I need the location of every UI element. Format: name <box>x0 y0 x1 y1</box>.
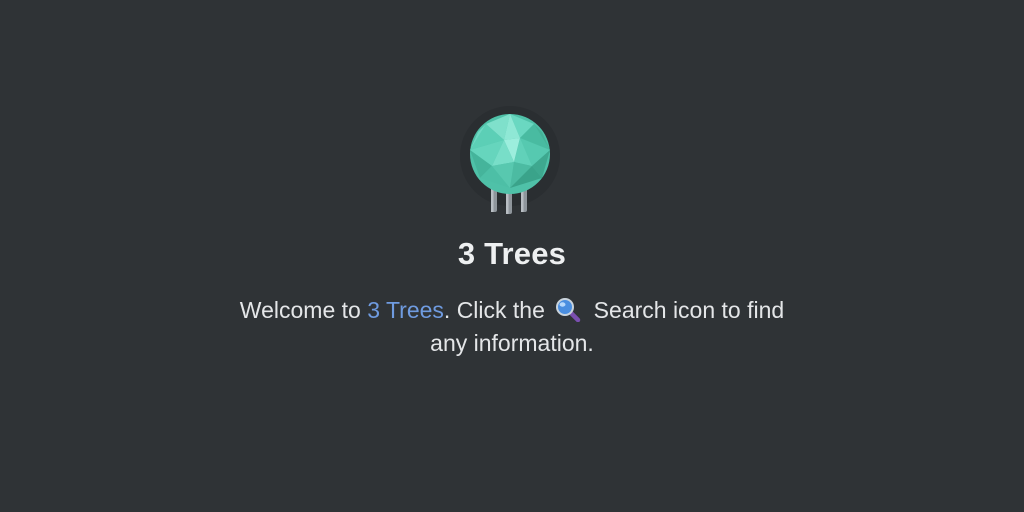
welcome-middle: . Click the <box>443 297 552 323</box>
app-home-link[interactable]: 3 Trees <box>367 297 444 323</box>
page-title: 3 Trees <box>457 236 567 271</box>
welcome-page: 3 Trees Welcome to 3 Trees. Click the Se… <box>0 0 1024 512</box>
welcome-prefix: Welcome to <box>239 297 368 323</box>
tree-logo-icon <box>458 104 568 218</box>
welcome-message: Welcome to 3 Trees. Click the Search ico… <box>222 294 802 360</box>
magnifying-glass-icon <box>555 298 581 323</box>
